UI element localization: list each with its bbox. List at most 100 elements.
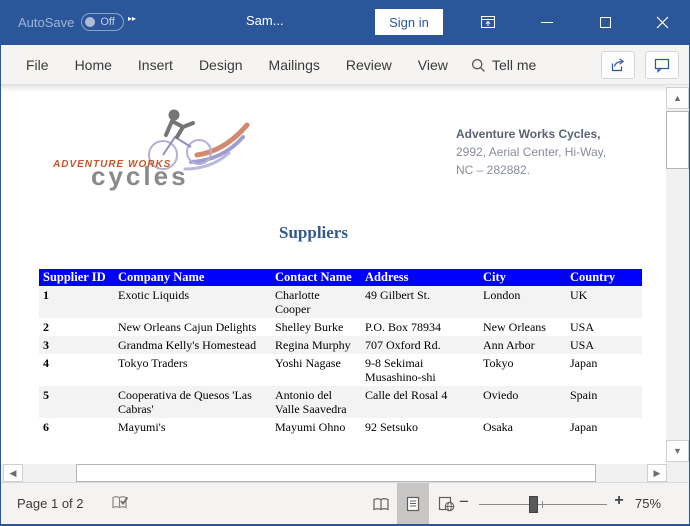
- column-header[interactable]: Address: [361, 269, 479, 286]
- table-cell[interactable]: 9-8 Sekimai Musashino-shi: [361, 354, 479, 386]
- table-cell[interactable]: Osaka: [479, 418, 566, 436]
- table-cell[interactable]: New Orleans: [479, 318, 566, 336]
- table-cell[interactable]: Tokyo: [479, 354, 566, 386]
- ribbon-display-options-button[interactable]: [468, 1, 508, 44]
- tab-design[interactable]: Design: [186, 57, 256, 73]
- comments-button[interactable]: [645, 51, 679, 79]
- column-header[interactable]: Company Name: [114, 269, 271, 286]
- zoom-level-label[interactable]: 75%: [635, 496, 661, 511]
- table-cell[interactable]: 6: [39, 418, 114, 436]
- table-cell[interactable]: Japan: [566, 354, 642, 386]
- table-cell[interactable]: 49 Gilbert St.: [361, 286, 479, 318]
- tab-review[interactable]: Review: [333, 57, 405, 73]
- table-cell[interactable]: Mayumi Ohno: [271, 418, 361, 436]
- close-button[interactable]: [642, 1, 682, 44]
- table-cell[interactable]: Tokyo Traders: [114, 354, 271, 386]
- scroll-left-button[interactable]: ◀: [3, 464, 23, 482]
- titlebar: AutoSave Off ▸▸ Sam... Sign in: [1, 1, 689, 45]
- table-cell[interactable]: USA: [566, 336, 642, 354]
- column-header[interactable]: Country: [566, 269, 642, 286]
- tab-file[interactable]: File: [13, 57, 62, 73]
- autosave-toggle[interactable]: AutoSave Off: [18, 13, 124, 31]
- scroll-down-button[interactable]: ▼: [666, 440, 689, 462]
- column-header[interactable]: City: [479, 269, 566, 286]
- table-cell[interactable]: Charlotte Cooper: [271, 286, 361, 318]
- proofing-book-check-icon: [112, 496, 129, 509]
- table-cell[interactable]: Calle del Rosal 4: [361, 386, 479, 418]
- zoom-slider-center-tick: [542, 501, 543, 508]
- word-window: AutoSave Off ▸▸ Sam... Sign in File Home…: [0, 0, 690, 526]
- print-layout-icon: [406, 496, 420, 512]
- table-cell[interactable]: Oviedo: [479, 386, 566, 418]
- table-cell[interactable]: Shelley Burke: [271, 318, 361, 336]
- quick-access-overflow-icon[interactable]: ▸▸: [128, 14, 136, 23]
- table-row: 3 Grandma Kelly's Homestead Regina Murphy 7…: [39, 336, 642, 354]
- table-cell[interactable]: UK: [566, 286, 642, 318]
- tab-home[interactable]: Home: [62, 57, 125, 73]
- table-row: 4 Tokyo Traders Yoshi Nagase 9-8 Sekimai Mu…: [39, 354, 642, 386]
- table-cell[interactable]: 707 Oxford Rd.: [361, 336, 479, 354]
- table-cell[interactable]: Spain: [566, 386, 642, 418]
- horizontal-scrollbar-thumb[interactable]: [76, 464, 596, 482]
- tab-view[interactable]: View: [405, 57, 461, 73]
- table-cell[interactable]: 1: [39, 286, 114, 318]
- print-layout-button[interactable]: [397, 483, 429, 525]
- ribbon-right-buttons: [601, 51, 679, 79]
- table-cell[interactable]: New Orleans Cajun Delights: [114, 318, 271, 336]
- table-row: 1 Exotic Liquids Charlotte Cooper 49 Gilber…: [39, 286, 642, 318]
- column-header[interactable]: Supplier ID: [39, 269, 114, 286]
- read-mode-button[interactable]: [366, 483, 396, 525]
- zoom-slider-thumb[interactable]: [529, 496, 538, 513]
- vertical-scrollbar-thumb[interactable]: [666, 111, 689, 169]
- company-address-block[interactable]: Adventure Works Cycles, 2992, Aerial Cen…: [456, 125, 606, 179]
- document-heading[interactable]: Suppliers: [1, 223, 626, 243]
- vertical-scrollbar[interactable]: ▲ ▼: [666, 85, 689, 464]
- autosave-label: AutoSave: [18, 14, 75, 30]
- table-cell[interactable]: Grandma Kelly's Homestead: [114, 336, 271, 354]
- adventure-works-logo[interactable]: ADVENTURE WORKS cycles: [47, 107, 257, 197]
- autosave-knob-icon: [85, 17, 96, 27]
- zoom-out-button[interactable]: −: [456, 492, 472, 512]
- table-cell[interactable]: 2: [39, 318, 114, 336]
- table-cell[interactable]: USA: [566, 318, 642, 336]
- web-layout-icon: [438, 496, 454, 512]
- table-cell[interactable]: Exotic Liquids: [114, 286, 271, 318]
- table-cell[interactable]: 4: [39, 354, 114, 386]
- table-row: 2 New Orleans Cajun Delights Shelley Burke…: [39, 318, 642, 336]
- table-cell[interactable]: Regina Murphy: [271, 336, 361, 354]
- suppliers-table[interactable]: Supplier ID Company Name Contact Name Addre…: [39, 269, 642, 436]
- page-indicator[interactable]: Page 1 of 2: [17, 496, 84, 511]
- proofing-status-button[interactable]: [111, 494, 130, 517]
- horizontal-scrollbar[interactable]: ◀ ▶: [1, 464, 689, 482]
- maximize-button[interactable]: [585, 1, 625, 44]
- tell-me-search[interactable]: Tell me: [471, 45, 536, 85]
- table-cell[interactable]: Ann Arbor: [479, 336, 566, 354]
- table-cell[interactable]: 5: [39, 386, 114, 418]
- suppliers-table-body: 1 Exotic Liquids Charlotte Cooper 49 Gilber…: [39, 286, 642, 436]
- table-cell[interactable]: Antonio del Valle Saavedra: [271, 386, 361, 418]
- share-button[interactable]: [601, 51, 635, 79]
- sign-in-button[interactable]: Sign in: [375, 9, 443, 35]
- tab-mailings[interactable]: Mailings: [256, 57, 333, 73]
- column-header[interactable]: Contact Name: [271, 269, 361, 286]
- share-icon: [611, 58, 624, 72]
- scroll-right-button[interactable]: ▶: [647, 464, 667, 482]
- table-cell[interactable]: Mayumi's: [114, 418, 271, 436]
- tab-insert[interactable]: Insert: [125, 57, 186, 73]
- table-cell[interactable]: Yoshi Nagase: [271, 354, 361, 386]
- table-cell[interactable]: 3: [39, 336, 114, 354]
- table-row: 6 Mayumi's Mayumi Ohno 92 Setsuko Osaka Japan: [39, 418, 642, 436]
- document-title: Sam...: [246, 13, 284, 28]
- autosave-pill[interactable]: Off: [81, 13, 124, 31]
- minimize-button[interactable]: [527, 1, 567, 44]
- ribbon-tab-bar: File Home Insert Design Mailings Review View T…: [1, 45, 689, 85]
- zoom-slider-track[interactable]: [479, 504, 607, 505]
- scroll-up-button[interactable]: ▲: [666, 87, 689, 109]
- zoom-in-button[interactable]: +: [611, 492, 627, 510]
- table-cell[interactable]: London: [479, 286, 566, 318]
- table-cell[interactable]: Cooperativa de Quesos 'Las Cabras': [114, 386, 271, 418]
- table-cell[interactable]: P.O. Box 78934: [361, 318, 479, 336]
- table-cell[interactable]: Japan: [566, 418, 642, 436]
- table-cell[interactable]: 92 Setsuko: [361, 418, 479, 436]
- document-canvas[interactable]: ADVENTURE WORKS cycles Adventure Works C…: [1, 85, 689, 464]
